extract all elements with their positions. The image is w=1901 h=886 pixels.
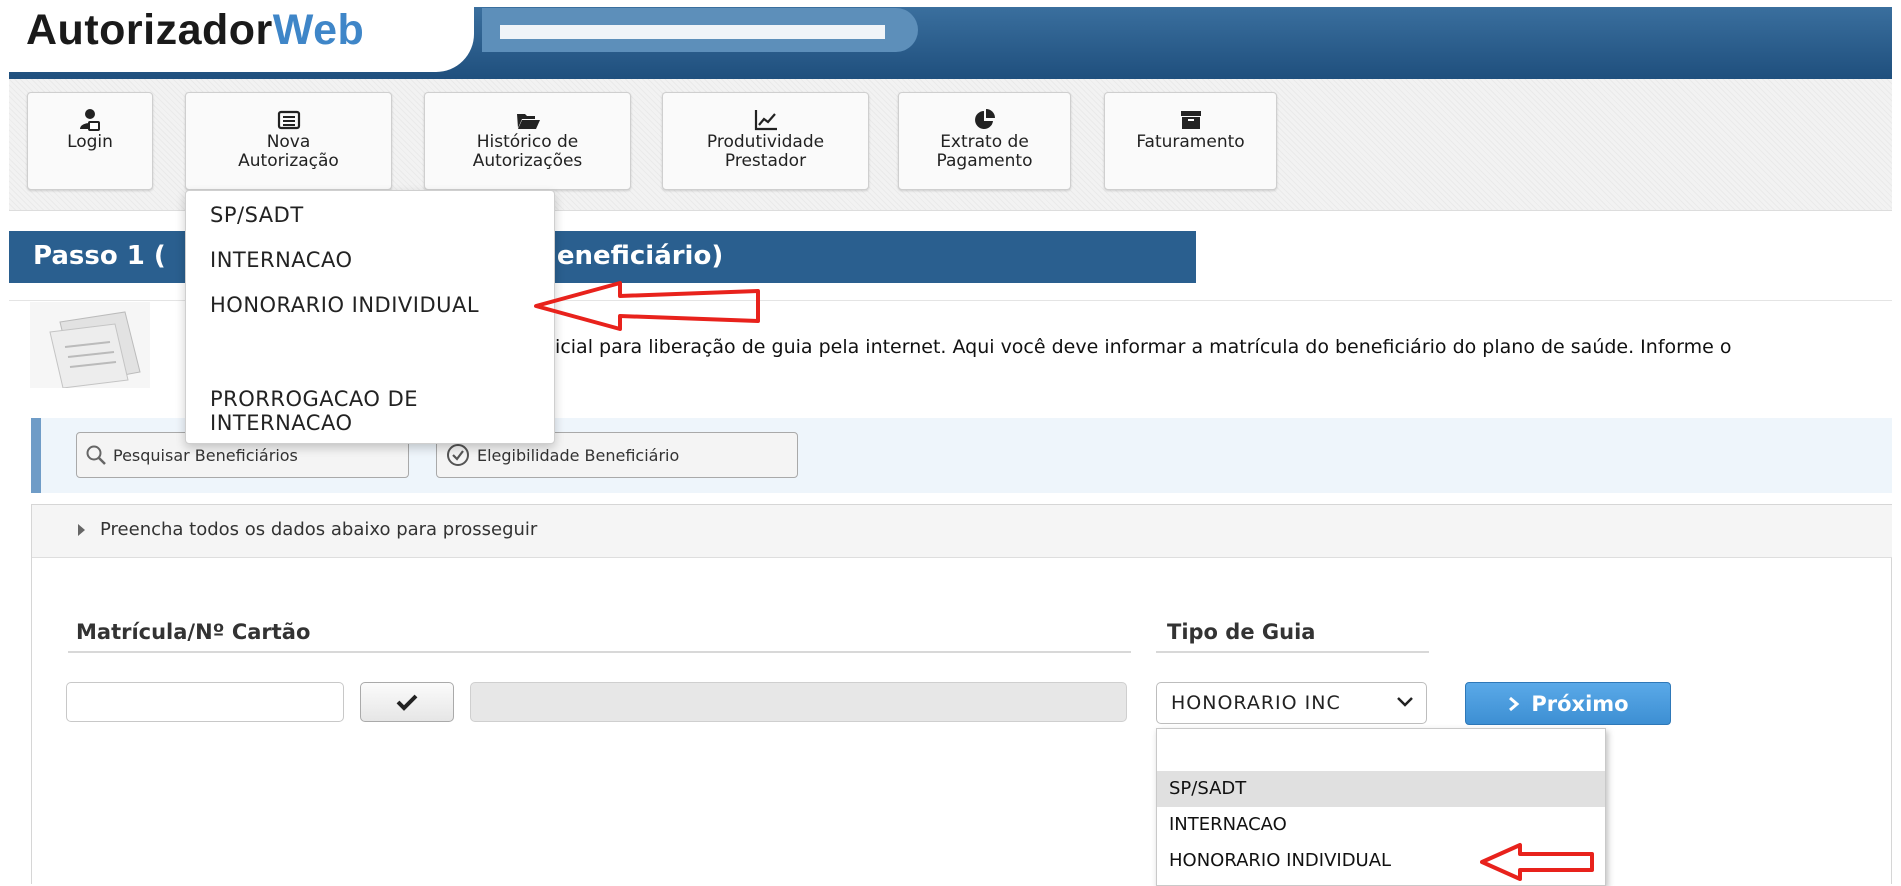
proximo-button[interactable]: Próximo (1465, 682, 1671, 725)
user-lock-icon (80, 109, 100, 131)
nova-autorizacao-button[interactable]: Nova Autorização (185, 92, 392, 190)
proximo-label: Próximo (1531, 691, 1629, 716)
menu-item-sp-sadt[interactable]: SP/SADT (210, 203, 304, 227)
search-icon (86, 445, 106, 465)
matricula-input[interactable] (66, 682, 344, 722)
option-sp-sadt[interactable]: SP/SADT (1157, 771, 1605, 807)
option-blank[interactable] (1157, 735, 1605, 771)
folder-open-icon (516, 114, 540, 129)
chevron-down-icon (1397, 697, 1413, 707)
matricula-label: Matrícula/Nº Cartão (76, 620, 311, 644)
tipo-guia-label: Tipo de Guia (1167, 620, 1316, 644)
login-label: Login (67, 132, 113, 152)
extrato-button[interactable]: Extrato de Pagamento (898, 92, 1071, 190)
option-internacao[interactable]: INTERNACAO (1157, 807, 1605, 843)
produtividade-button[interactable]: Produtividade Prestador (662, 92, 869, 190)
menu-item-honorario-individual[interactable]: HONORARIO INDIVIDUAL (210, 293, 479, 317)
pesquisar-beneficiarios-label: Pesquisar Beneficiários (113, 445, 298, 465)
chevron-right-icon (1509, 696, 1520, 711)
extrato-label: Extrato de Pagamento (936, 132, 1033, 171)
step-title-right: Beneficiário) (537, 241, 724, 271)
nova-autorizacao-menu: SP/SADT INTERNACAO HONORARIO INDIVIDUAL … (185, 190, 555, 444)
menu-item-prorrogacao-internacao[interactable]: PRORROGACAO DE INTERNACAO (210, 387, 418, 435)
documents-illustration (30, 302, 150, 388)
redacted-user-name (500, 25, 885, 39)
intro-text: nicial para liberação de guia pela inter… (543, 336, 1732, 358)
check-circle-icon (447, 444, 469, 466)
produtividade-label: Produtividade Prestador (706, 132, 825, 171)
expand-triangle-icon (78, 524, 85, 536)
checkmark-icon (396, 694, 418, 711)
nova-autorizacao-label: Nova Autorização (238, 132, 339, 171)
beneficiario-name-field (470, 682, 1127, 722)
annotation-arrow-list (1480, 843, 1594, 881)
step-title-left: Passo 1 ( (33, 241, 166, 271)
validate-matricula-button[interactable] (360, 682, 454, 722)
matricula-underline (68, 651, 1131, 653)
list-icon (277, 110, 300, 130)
login-button[interactable]: Login (27, 92, 153, 190)
tipo-guia-select[interactable]: HONORARIO INC (1156, 682, 1427, 724)
pie-chart-icon (974, 109, 995, 129)
historico-button[interactable]: Histórico de Autorizações (424, 92, 631, 190)
elegibilidade-beneficiario-label: Elegibilidade Beneficiário (477, 445, 680, 465)
annotation-arrow-menu (534, 281, 760, 331)
historico-label: Histórico de Autorizações (472, 132, 583, 171)
form-hint: Preencha todos os dados abaixo para pros… (100, 519, 538, 540)
tipo-guia-selected-value: HONORARIO INC (1171, 692, 1341, 714)
line-chart-icon (754, 110, 777, 131)
tipo-guia-underline (1156, 651, 1429, 653)
faturamento-button[interactable]: Faturamento (1104, 92, 1277, 190)
app-logo: AutorizadorWeb (26, 6, 365, 54)
menu-item-internacao[interactable]: INTERNACAO (210, 248, 352, 272)
archive-icon (1180, 111, 1201, 129)
faturamento-label: Faturamento (1136, 132, 1245, 152)
